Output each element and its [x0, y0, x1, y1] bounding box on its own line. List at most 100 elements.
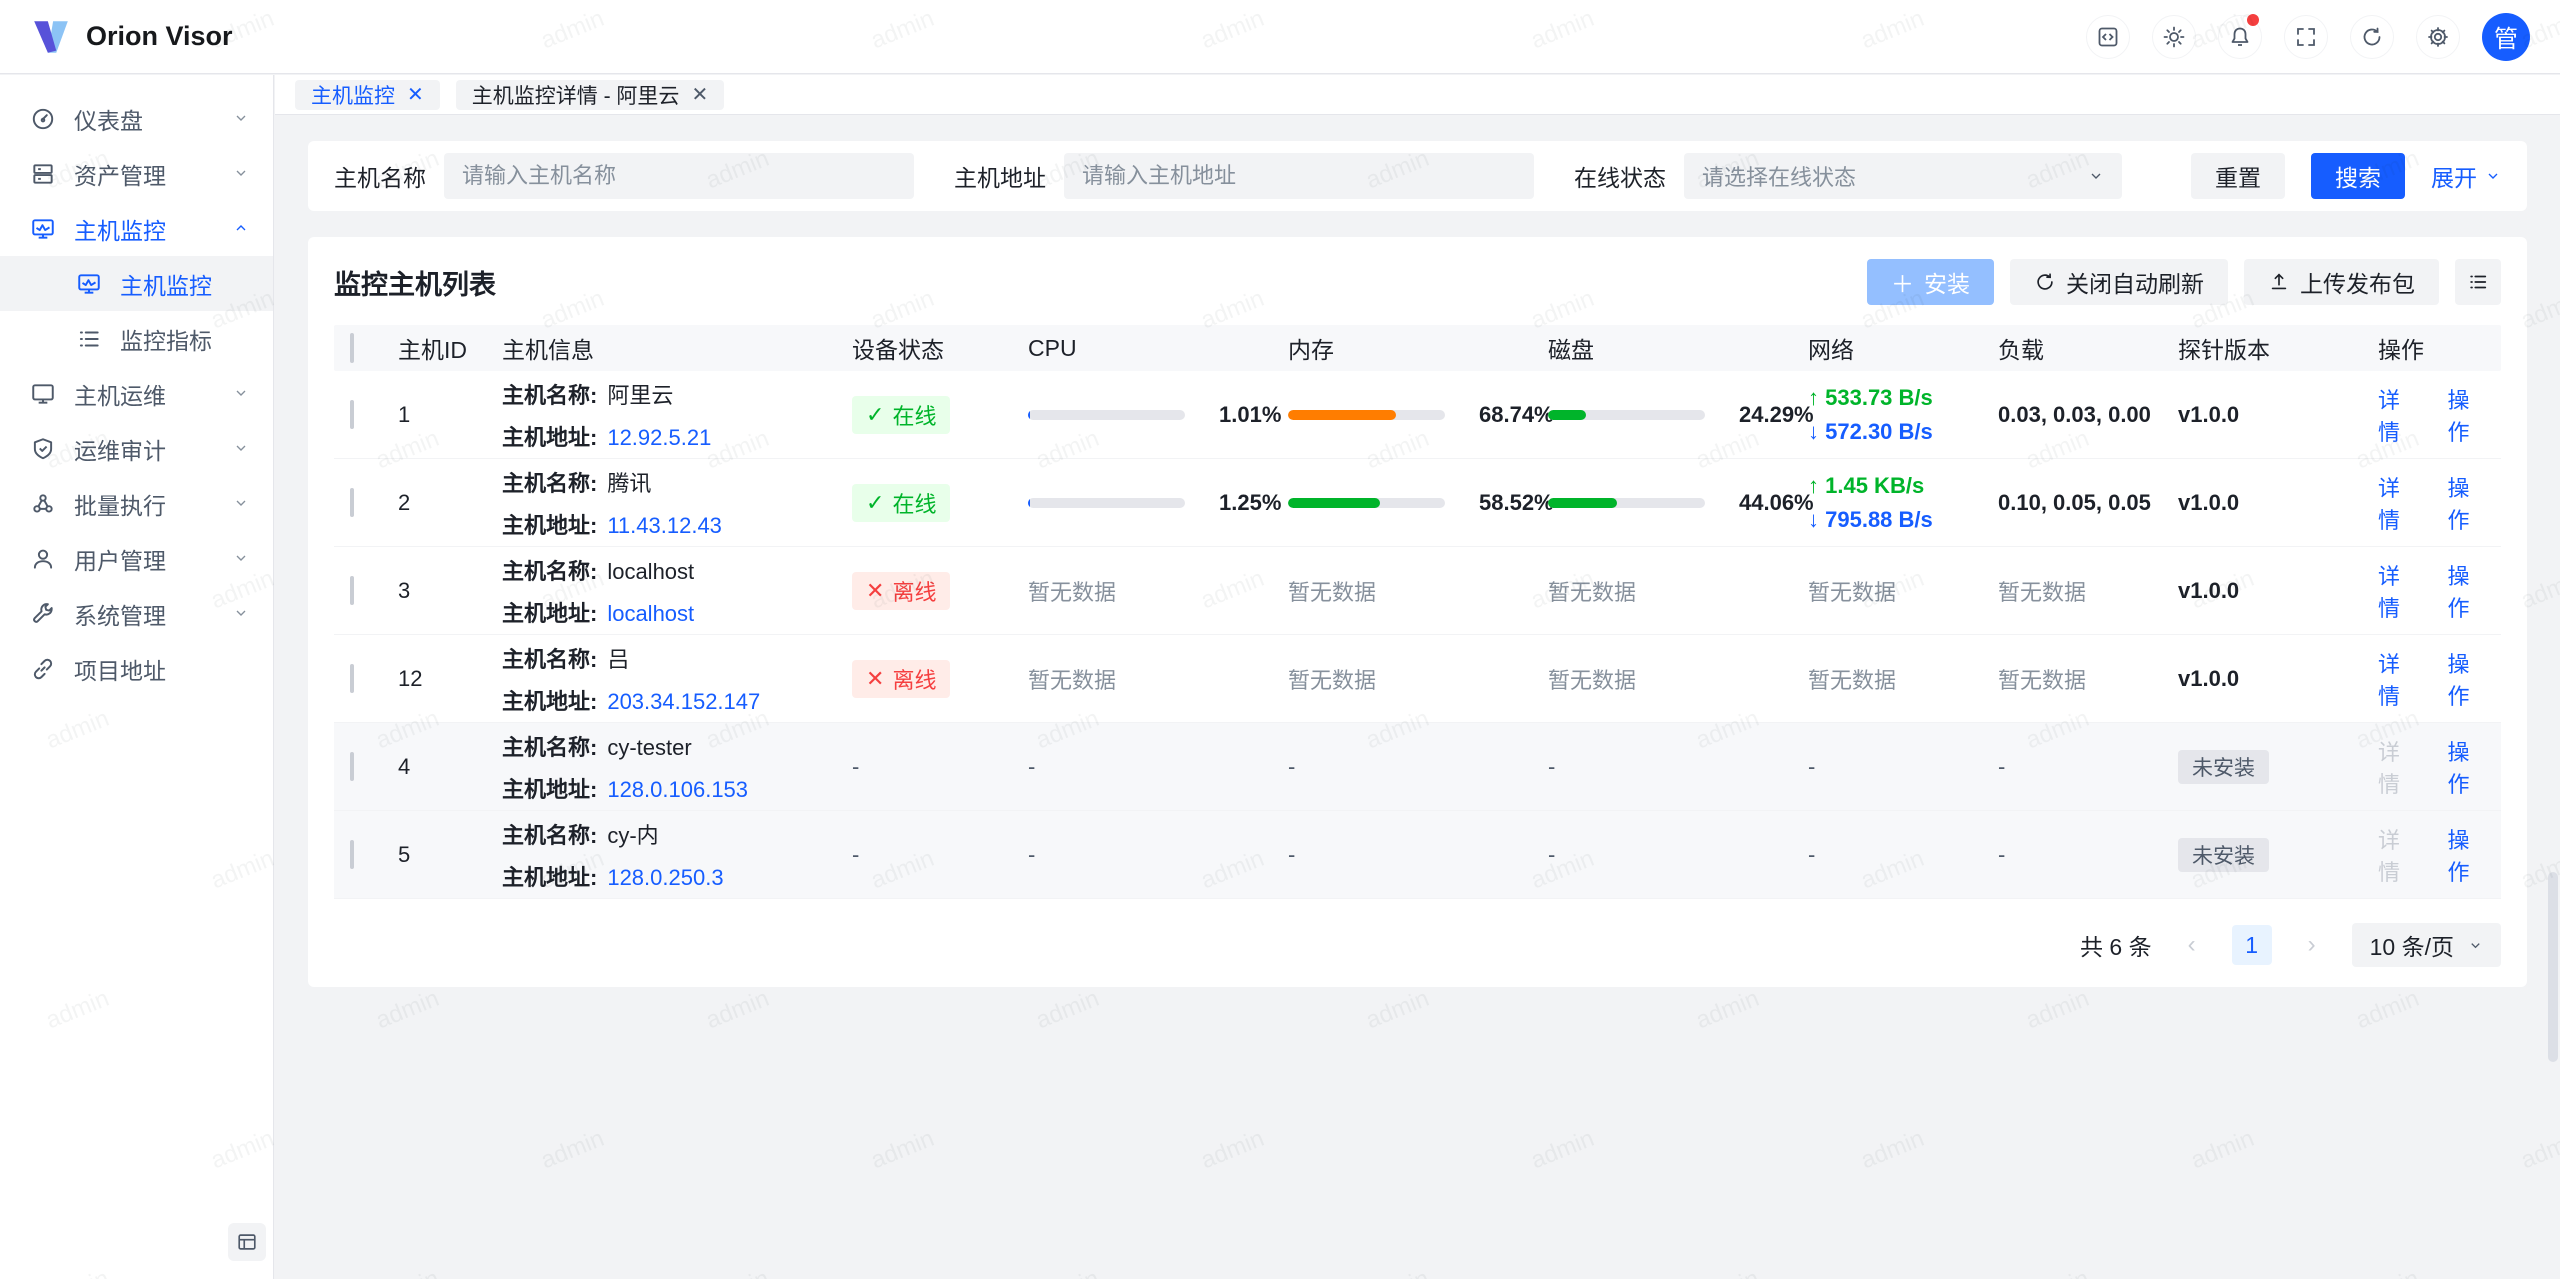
- plus-icon: ＋: [1891, 265, 1914, 299]
- host-name-input[interactable]: [444, 153, 914, 199]
- sidebar-item-host-ops[interactable]: 主机运维: [0, 366, 273, 421]
- row-checkbox[interactable]: [350, 488, 354, 517]
- action-link[interactable]: 操作: [2448, 471, 2492, 535]
- action-link[interactable]: 操作: [2448, 383, 2492, 447]
- unordered-list-icon: [2467, 271, 2489, 293]
- memory-no-data: 暂无数据: [1288, 663, 1548, 695]
- next-page-button[interactable]: ›: [2292, 925, 2332, 965]
- auto-refresh-button[interactable]: 关闭自动刷新: [2010, 259, 2228, 305]
- host-addr-link[interactable]: 128.0.250.3: [607, 865, 723, 891]
- host-name-label: 主机名称:: [502, 642, 597, 674]
- detail-link[interactable]: 详情: [2378, 471, 2422, 535]
- cpu-bar: [1028, 498, 1185, 508]
- row-checkbox[interactable]: [350, 840, 354, 869]
- tab-host-monitor-detail[interactable]: 主机监控详情 - 阿里云 ✕: [456, 80, 724, 110]
- col-disk: 磁盘: [1548, 331, 1808, 365]
- page-size-label: 10 条/页: [2370, 928, 2454, 962]
- theme-button[interactable]: [2152, 15, 2196, 59]
- sidebar-collapse-button[interactable]: [228, 1223, 266, 1261]
- scrollbar-thumb[interactable]: [2548, 872, 2558, 1062]
- load-dash: -: [1998, 754, 2178, 780]
- expand-label: 展开: [2431, 159, 2477, 193]
- cpu-bar: [1028, 410, 1185, 420]
- table-column-header: 主机ID 主机信息 设备状态 CPU 内存 磁盘 网络 负载 探针版本 操作: [334, 325, 2501, 371]
- status-dash: -: [852, 842, 1028, 868]
- sidebar-item-project-link[interactable]: 项目地址: [0, 641, 273, 696]
- settings-button[interactable]: [2416, 15, 2460, 59]
- page-size-select[interactable]: 10 条/页: [2352, 923, 2501, 967]
- code-button[interactable]: [2086, 15, 2130, 59]
- refresh-button[interactable]: [2350, 15, 2394, 59]
- app-logo[interactable]: Orion Visor: [30, 16, 233, 58]
- host-addr-link[interactable]: localhost: [607, 601, 694, 627]
- column-settings-button[interactable]: [2455, 259, 2501, 305]
- page-number[interactable]: 1: [2232, 925, 2272, 965]
- tab-close-icon[interactable]: ✕: [407, 85, 424, 105]
- detail-link[interactable]: 详情: [2378, 559, 2422, 623]
- search-actions: 重置 搜索 展开: [2191, 153, 2501, 199]
- close-icon: ✕: [866, 666, 884, 692]
- host-name: cy-tester: [607, 735, 691, 761]
- host-id: 3: [398, 578, 502, 604]
- row-checkbox[interactable]: [350, 400, 354, 429]
- upload-package-button[interactable]: 上传发布包: [2244, 259, 2439, 305]
- load-value: 0.03, 0.03, 0.00: [1998, 402, 2178, 428]
- sidebar-item-user-mgmt[interactable]: 用户管理: [0, 531, 273, 586]
- detail-link[interactable]: 详情: [2378, 383, 2422, 447]
- install-button[interactable]: ＋ 安装: [1867, 259, 1994, 305]
- sidebar-item-system-mgmt[interactable]: 系统管理: [0, 586, 273, 641]
- online-status-select[interactable]: 请选择在线状态: [1684, 153, 2122, 199]
- notifications-button[interactable]: [2218, 15, 2262, 59]
- prev-page-button[interactable]: ‹: [2172, 925, 2212, 965]
- sidebar-item-label: 主机监控: [74, 212, 215, 246]
- host-addr-link[interactable]: 12.92.5.21: [607, 425, 711, 451]
- col-agent-version: 探针版本: [2178, 331, 2378, 365]
- status-badge-offline: ✕离线: [852, 572, 950, 610]
- host-addr-link[interactable]: 203.34.152.147: [607, 689, 760, 715]
- sidebar-item-dashboard[interactable]: 仪表盘: [0, 91, 273, 146]
- action-link[interactable]: 操作: [2448, 823, 2492, 887]
- sidebar-item-ops-audit[interactable]: 运维审计: [0, 421, 273, 476]
- action-link[interactable]: 操作: [2448, 735, 2492, 799]
- arrow-up-icon: ↑: [1808, 385, 1819, 410]
- table-row: 5 主机名称:cy-内 主机地址:128.0.250.3 - - - - - -…: [334, 811, 2501, 899]
- tab-close-icon[interactable]: ✕: [691, 85, 708, 105]
- row-checkbox[interactable]: [350, 752, 354, 781]
- host-addr-link[interactable]: 11.43.12.43: [607, 513, 722, 539]
- avatar[interactable]: 管: [2482, 13, 2530, 61]
- sidebar-subitem-host-monitor[interactable]: 主机监控: [0, 256, 273, 311]
- sidebar-item-label: 系统管理: [74, 597, 215, 631]
- network-dash: -: [1808, 842, 1998, 868]
- check-icon: ✓: [866, 490, 884, 516]
- sidebar-item-host-monitor[interactable]: 主机监控: [0, 201, 273, 256]
- reset-button[interactable]: 重置: [2191, 153, 2285, 199]
- action-link[interactable]: 操作: [2448, 647, 2492, 711]
- row-checkbox[interactable]: [350, 664, 354, 693]
- network-down: ↓ 795.88 B/s: [1808, 507, 1988, 533]
- sidebar-item-assets[interactable]: 资产管理: [0, 146, 273, 201]
- search-button[interactable]: 搜索: [2311, 153, 2405, 199]
- col-host-id: 主机ID: [398, 331, 502, 365]
- sidebar-subitem-metrics[interactable]: 监控指标: [0, 311, 273, 366]
- chevron-down-icon: [2088, 168, 2104, 184]
- host-addr-link[interactable]: 128.0.106.153: [607, 777, 748, 803]
- chevron-down-icon: [233, 600, 249, 627]
- fullscreen-button[interactable]: [2284, 15, 2328, 59]
- sidebar: 仪表盘 资产管理 主机监控 主机监控: [0, 75, 274, 1279]
- agent-version: v1.0.0: [2178, 402, 2378, 428]
- detail-link[interactable]: 详情: [2378, 647, 2422, 711]
- link-icon: [30, 656, 56, 682]
- upload-label: 上传发布包: [2300, 265, 2415, 299]
- sidebar-item-batch-exec[interactable]: 批量执行: [0, 476, 273, 531]
- code-icon: [2096, 25, 2120, 49]
- host-name-label: 主机名称:: [502, 378, 597, 410]
- expand-link[interactable]: 展开: [2431, 159, 2501, 193]
- row-checkbox[interactable]: [350, 576, 354, 605]
- host-addr-input[interactable]: [1064, 153, 1534, 199]
- chevron-down-icon: [2468, 938, 2483, 953]
- select-all-checkbox[interactable]: [350, 333, 354, 363]
- detail-link-disabled: 详情: [2378, 823, 2422, 887]
- disk-metric: 24.29%: [1548, 402, 1808, 428]
- tab-host-monitor[interactable]: 主机监控 ✕: [295, 80, 440, 110]
- action-link[interactable]: 操作: [2448, 559, 2492, 623]
